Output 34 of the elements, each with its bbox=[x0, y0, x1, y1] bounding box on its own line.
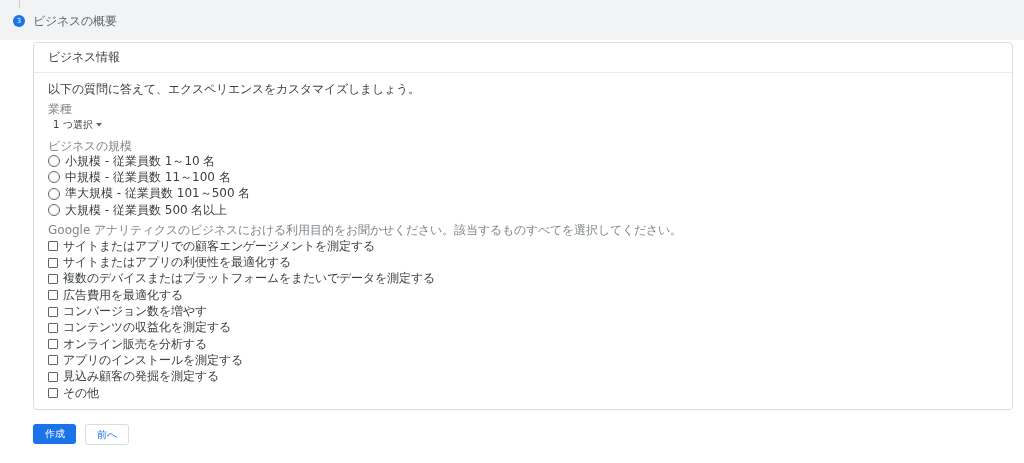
radio-option[interactable]: 準大規模 - 従業員数 101～500 名 bbox=[48, 185, 998, 202]
radio-option[interactable]: 小規模 - 従業員数 1～10 名 bbox=[48, 153, 998, 170]
checkbox-icon[interactable] bbox=[48, 388, 58, 398]
checkbox-icon[interactable] bbox=[48, 290, 58, 301]
field-label: ビジネスの規模 bbox=[48, 139, 133, 153]
checkbox-icon[interactable] bbox=[48, 339, 58, 350]
checkbox-option[interactable]: コンバージョン数を増やす bbox=[48, 303, 998, 320]
back-button[interactable]: 前へ bbox=[85, 424, 129, 446]
radio-option[interactable]: 大規模 - 従業員数 500 名以上 bbox=[48, 201, 998, 219]
checkbox-option[interactable]: アプリのインストールを測定する bbox=[48, 352, 998, 369]
checkbox-option[interactable]: 複数のデバイスまたはプラットフォームをまたいでデータを測定する bbox=[48, 270, 998, 288]
create-button[interactable]: 作成 bbox=[33, 424, 76, 445]
checkbox-icon[interactable] bbox=[48, 371, 58, 382]
radio-option[interactable]: 中規模 - 従業員数 11～100 名 bbox=[48, 169, 998, 186]
checkbox-option[interactable]: オンライン販売を分析する bbox=[48, 335, 998, 353]
checkbox-icon[interactable] bbox=[48, 322, 58, 333]
caret-icon bbox=[95, 123, 102, 127]
checkbox-option[interactable]: 広告費用を最適化する bbox=[48, 287, 998, 304]
checkbox-icon[interactable] bbox=[48, 257, 58, 268]
checkbox-option[interactable]: サイトまたはアプリの利便性を最適化する bbox=[48, 254, 998, 271]
checkbox-option[interactable]: サイトまたはアプリでの顧客エンゲージメントを測定する bbox=[48, 238, 998, 255]
checkbox-icon[interactable] bbox=[48, 273, 58, 284]
checkbox-option[interactable]: コンテンツの収益化を測定する bbox=[48, 319, 998, 336]
checkbox-icon[interactable] bbox=[48, 241, 58, 252]
field-label: Google アナリティクスのビジネスにおける利用目的をお聞かせください。該当するものすべてを選択してください。 bbox=[48, 223, 684, 238]
field-label: 業種 bbox=[48, 102, 73, 116]
industry-dropdown[interactable]: 1 つ選択 bbox=[48, 116, 107, 134]
step-title: ビジネスの概要 bbox=[33, 12, 117, 30]
intro-text: 以下の質問に答えて、エクスペリエンスをカスタマイズしましょう。 bbox=[48, 81, 421, 98]
checkbox-icon[interactable] bbox=[48, 306, 58, 317]
checkbox-option[interactable]: 見込み顧客の発掘を測定する bbox=[48, 368, 998, 385]
checkbox-option[interactable]: その他 bbox=[48, 384, 998, 402]
card-title: ビジネス情報 bbox=[34, 43, 1012, 73]
checkbox-icon[interactable] bbox=[48, 355, 58, 366]
